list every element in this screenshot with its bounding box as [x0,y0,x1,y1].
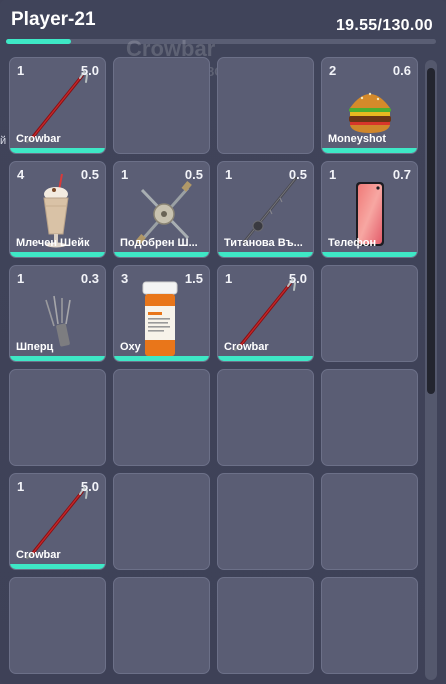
inventory-slot-empty[interactable] [9,369,106,466]
slot-label: Титанова Въ... [224,237,303,249]
slot-quantity: 1 [17,271,25,286]
durability-bar [218,252,313,257]
slot-quantity: 2 [329,63,337,78]
scrollbar[interactable] [425,60,437,680]
inventory-slot-empty[interactable] [113,369,210,466]
slot-label: Подобрен Ш... [120,237,198,249]
durability-bar [10,148,105,153]
slot-weight: 5.0 [80,479,99,494]
inventory-slot-empty[interactable] [217,577,314,674]
slot-weight: 0.5 [80,167,99,182]
slot-quantity: 4 [17,167,25,182]
slot-quantity: 1 [17,479,25,494]
durability-bar [322,148,417,153]
durability-bar [10,252,105,257]
inventory-slot[interactable]: 1 5.0 Crowbar [217,265,314,362]
side-tab[interactable]: й [0,134,7,148]
inventory-slot[interactable]: 2 0.6 Moneyshot [321,57,418,154]
durability-bar [114,252,209,257]
inventory-slot-empty[interactable] [321,577,418,674]
inventory-slot-empty[interactable] [217,57,314,154]
durability-bar [114,356,209,361]
slot-quantity: 1 [121,167,129,182]
slot-weight: 0.5 [288,167,307,182]
slot-quantity: 1 [225,167,233,182]
slot-weight: 0.3 [80,271,99,286]
inventory-slot[interactable]: 1 0.7 Телефон [321,161,418,258]
inventory-slot[interactable]: 1 5.0 Crowbar [9,473,106,570]
inventory-slot[interactable]: 1 0.5 Подобрен Ш... [113,161,210,258]
weight-bar [6,39,436,44]
inventory-slot[interactable]: 1 5.0 Crowbar [9,57,106,154]
slot-weight: 0.6 [392,63,411,78]
slot-label: Crowbar [16,549,61,561]
slot-weight: 0.5 [184,167,203,182]
inventory-slot-empty[interactable] [321,473,418,570]
durability-bar [218,356,313,361]
durability-bar [10,564,105,569]
slot-label: Телефон [328,237,377,249]
slot-label: Шперц [16,341,54,353]
slot-label: Oxy [120,341,141,353]
inventory-slot[interactable]: 1 0.5 Титанова Въ... [217,161,314,258]
inventory-slot-empty[interactable] [113,57,210,154]
inventory-slot-empty[interactable] [321,369,418,466]
inventory-weight: 19.55/130.00 [335,17,433,34]
inventory-grid: 1 5.0 Crowbar 2 0.6 Moneyshot 4 0.5 Млечен Шей… [9,57,418,674]
inventory-slot[interactable]: 4 0.5 Млечен Шейк [9,161,106,258]
inventory-slot-empty[interactable] [217,369,314,466]
inventory-slot-empty[interactable] [9,577,106,674]
inventory-slot[interactable]: 3 1.5 Oxy [113,265,210,362]
durability-bar [10,356,105,361]
scrollbar-thumb[interactable] [427,68,435,394]
slot-quantity: 1 [329,167,337,182]
slot-quantity: 1 [17,63,25,78]
slot-weight: 5.0 [288,271,307,286]
slot-label: Crowbar [224,341,269,353]
player-name: Player-21 [11,9,96,30]
inventory-slot-empty[interactable] [217,473,314,570]
slot-label: Млечен Шейк [16,237,90,249]
slot-quantity: 3 [121,271,129,286]
slot-weight: 0.7 [392,167,411,182]
slot-quantity: 1 [225,271,233,286]
slot-label: Crowbar [16,133,61,145]
inventory-slot-empty[interactable] [113,577,210,674]
durability-bar [322,252,417,257]
slot-label: Moneyshot [328,133,387,145]
inventory-slot[interactable]: 1 0.3 Шперц [9,265,106,362]
weight-bar-fill [6,39,71,44]
inventory-slot-empty[interactable] [113,473,210,570]
slot-weight: 5.0 [80,63,99,78]
inventory-panel: Player-21 19.55/130.00 Crowbar Serial: 8… [0,0,446,684]
slot-weight: 1.5 [184,271,203,286]
inventory-slot-empty[interactable] [321,265,418,362]
